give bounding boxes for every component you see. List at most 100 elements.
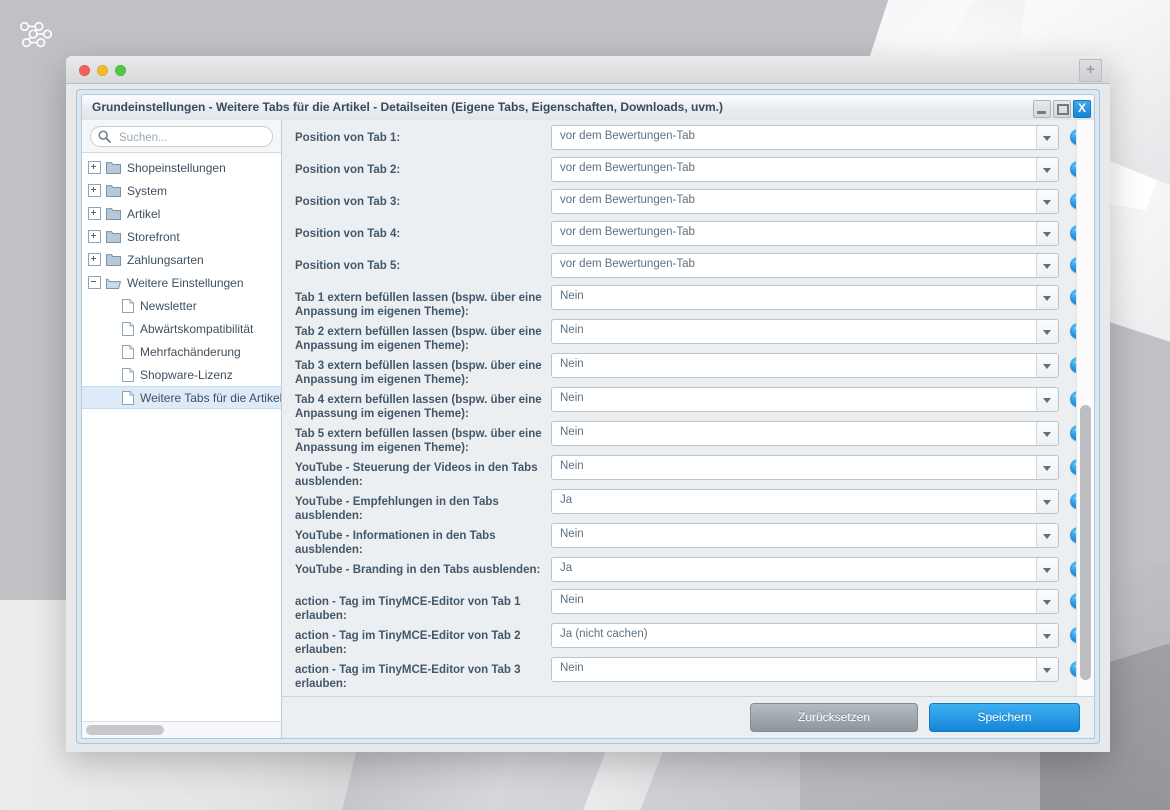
tree-item-8[interactable]: Mehrfachänderung	[82, 340, 281, 363]
form-row-12: YouTube - Informationen in den Tabs ausb…	[282, 523, 1094, 557]
form-row-14: action - Tag im TinyMCE-Editor von Tab 1…	[282, 589, 1094, 623]
expand-icon[interactable]	[88, 230, 101, 243]
sidebar-horizontal-scrollbar[interactable]	[82, 721, 281, 738]
tree-item-6[interactable]: Newsletter	[82, 294, 281, 317]
search-input[interactable]	[117, 127, 266, 148]
select-value: Ja (nicht cachen)	[560, 628, 648, 640]
form-row-0: Position von Tab 1: vor dem Bewertungen-T…	[282, 125, 1094, 157]
reset-button[interactable]: Zurücksetzen	[750, 703, 918, 732]
minimize-button[interactable]	[1033, 100, 1051, 118]
page-title: Grundeinstellungen - Weitere Tabs für di…	[92, 100, 724, 114]
collapse-icon[interactable]	[88, 276, 101, 289]
form-row-15: action - Tag im TinyMCE-Editor von Tab 2…	[282, 623, 1094, 657]
tree-item-1[interactable]: System	[82, 179, 281, 202]
select-field-0[interactable]: vor dem Bewertungen-Tab	[551, 125, 1059, 150]
chevron-down-icon[interactable]	[1036, 422, 1058, 445]
expand-icon[interactable]	[88, 184, 101, 197]
search-box[interactable]	[90, 126, 273, 148]
caret-glyph	[1043, 500, 1051, 505]
form-scrollbar-thumb[interactable]	[1080, 405, 1091, 680]
close-button[interactable]: X	[1073, 100, 1091, 118]
tree-item-7[interactable]: Abwärtskompatibilität	[82, 317, 281, 340]
tree-item-10[interactable]: Weitere Tabs für die Artikel - D	[82, 386, 281, 409]
tree-item-label: Zahlungsarten	[127, 252, 204, 267]
caret-glyph	[1043, 232, 1051, 237]
traffic-light-zoom-icon[interactable]	[115, 65, 126, 76]
chevron-down-icon[interactable]	[1036, 490, 1058, 513]
select-field-16[interactable]: Nein	[551, 657, 1059, 682]
chevron-down-icon[interactable]	[1036, 658, 1058, 681]
chevron-down-icon[interactable]	[1036, 254, 1058, 277]
caret-glyph	[1043, 398, 1051, 403]
select-field-6[interactable]: Nein	[551, 319, 1059, 344]
chevron-down-icon[interactable]	[1036, 190, 1058, 213]
select-field-14[interactable]: Nein	[551, 589, 1059, 614]
traffic-light-minimize-icon[interactable]	[97, 65, 108, 76]
select-value: vor dem Bewertungen-Tab	[560, 162, 695, 174]
tree-item-0[interactable]: Shopeinstellungen	[82, 156, 281, 179]
tree-item-label: System	[127, 183, 168, 198]
desktop-background: + Grundeinstellungen - Weitere Tabs für …	[0, 0, 1170, 810]
file-icon	[122, 390, 134, 405]
select-field-4[interactable]: vor dem Bewertungen-Tab	[551, 253, 1059, 278]
select-value: vor dem Bewertungen-Tab	[560, 258, 695, 270]
select-field-15[interactable]: Ja (nicht cachen)	[551, 623, 1059, 648]
caret-glyph	[1043, 330, 1051, 335]
form-row-10: YouTube - Steuerung der Videos in den Ta…	[282, 455, 1094, 489]
sidebar-scrollbar-thumb[interactable]	[86, 725, 164, 735]
select-field-8[interactable]: Nein	[551, 387, 1059, 412]
save-button[interactable]: Speichern	[929, 703, 1080, 732]
chevron-down-icon[interactable]	[1036, 590, 1058, 613]
tree-item-9[interactable]: Shopware-Lizenz	[82, 363, 281, 386]
expand-icon[interactable]	[88, 253, 101, 266]
expand-icon[interactable]	[88, 207, 101, 220]
chevron-down-icon[interactable]	[1036, 624, 1058, 647]
select-field-12[interactable]: Nein	[551, 523, 1059, 548]
select-field-2[interactable]: vor dem Bewertungen-Tab	[551, 189, 1059, 214]
select-field-7[interactable]: Nein	[551, 353, 1059, 378]
chevron-down-icon[interactable]	[1036, 158, 1058, 181]
caret-glyph	[1043, 568, 1051, 573]
form-field-label: Position von Tab 1:	[295, 132, 401, 144]
select-field-1[interactable]: vor dem Bewertungen-Tab	[551, 157, 1059, 182]
chevron-down-icon[interactable]	[1036, 222, 1058, 245]
form-field-label: action - Tag im TinyMCE-Editor von Tab 1…	[295, 596, 521, 622]
select-field-3[interactable]: vor dem Bewertungen-Tab	[551, 221, 1059, 246]
chevron-down-icon[interactable]	[1036, 524, 1058, 547]
select-value: Ja	[560, 494, 573, 506]
chevron-down-icon[interactable]	[1036, 320, 1058, 343]
maximize-button[interactable]	[1053, 100, 1071, 118]
traffic-light-close-icon[interactable]	[79, 65, 90, 76]
tree-item-label: Shopware-Lizenz	[140, 367, 233, 382]
form-field-label: YouTube - Steuerung der Videos in den Ta…	[295, 462, 538, 488]
settings-tree[interactable]: Shopeinstellungen System Artikel Storefront…	[82, 153, 281, 721]
form-vertical-scrollbar[interactable]	[1076, 120, 1094, 696]
new-tab-button[interactable]: +	[1079, 59, 1102, 82]
select-field-9[interactable]: Nein	[551, 421, 1059, 446]
folder-icon	[106, 207, 121, 220]
select-field-11[interactable]: Ja	[551, 489, 1059, 514]
caret-glyph	[1043, 466, 1051, 471]
select-field-10[interactable]: Nein	[551, 455, 1059, 480]
window-titlebar[interactable]: Grundeinstellungen - Weitere Tabs für di…	[81, 94, 1095, 122]
chevron-down-icon[interactable]	[1036, 126, 1058, 149]
folder-open-icon	[106, 278, 121, 289]
tree-item-2[interactable]: Artikel	[82, 202, 281, 225]
folder-icon	[106, 253, 121, 266]
chevron-down-icon[interactable]	[1036, 354, 1058, 377]
chevron-down-icon[interactable]	[1036, 388, 1058, 411]
form-field-label: Position von Tab 5:	[295, 260, 401, 272]
chevron-down-icon[interactable]	[1036, 558, 1058, 581]
select-value: Nein	[560, 426, 584, 438]
tree-item-3[interactable]: Storefront	[82, 225, 281, 248]
chevron-down-icon[interactable]	[1036, 286, 1058, 309]
tree-item-5[interactable]: Weitere Einstellungen	[82, 271, 281, 294]
expand-icon[interactable]	[88, 161, 101, 174]
select-field-13[interactable]: Ja	[551, 557, 1059, 582]
select-value: Nein	[560, 460, 584, 472]
caret-glyph	[1043, 534, 1051, 539]
caret-glyph	[1043, 432, 1051, 437]
tree-item-4[interactable]: Zahlungsarten	[82, 248, 281, 271]
chevron-down-icon[interactable]	[1036, 456, 1058, 479]
select-field-5[interactable]: Nein	[551, 285, 1059, 310]
